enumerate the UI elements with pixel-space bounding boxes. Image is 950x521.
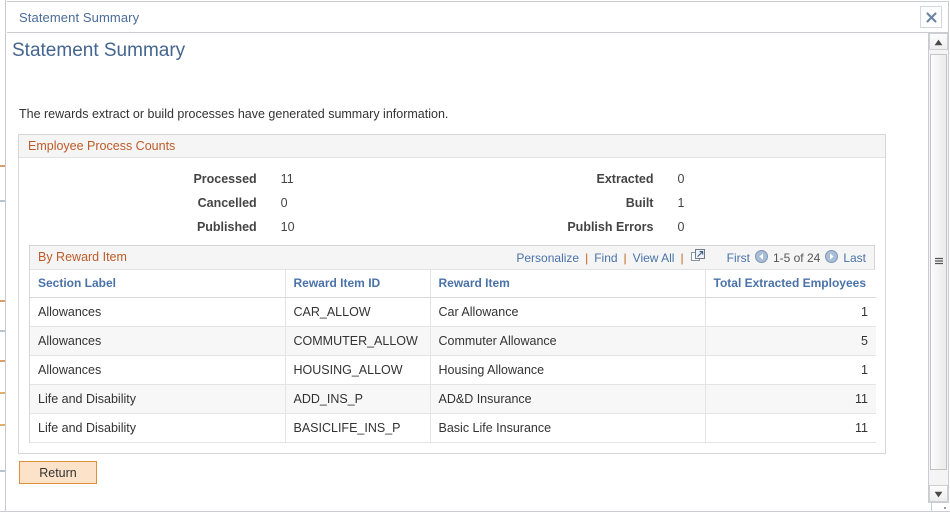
cell-section-label: Life and Disability bbox=[30, 384, 286, 414]
scroll-up-icon bbox=[934, 33, 943, 51]
cell-total-extracted-employees: 11 bbox=[705, 413, 876, 443]
published-value: 10 bbox=[280, 220, 295, 234]
table-row: Life and Disability BASICLIFE_INS_P Basi… bbox=[30, 413, 876, 443]
cancelled-value: 0 bbox=[280, 196, 288, 210]
cell-section-label: Allowances bbox=[30, 297, 286, 327]
window-left-rail bbox=[0, 0, 6, 521]
vertical-scrollbar[interactable] bbox=[928, 33, 949, 503]
cell-reward-item: Basic Life Insurance bbox=[430, 413, 706, 443]
built-value: 1 bbox=[677, 196, 685, 210]
window-title: Statement Summary bbox=[19, 10, 140, 25]
cancelled-label: Cancelled bbox=[197, 196, 257, 210]
cell-reward-item-id: ADD_INS_P bbox=[285, 384, 431, 414]
cell-reward-item: Commuter Allowance bbox=[430, 326, 706, 356]
table-header-row: Section Label Reward Item ID Reward Item… bbox=[30, 270, 876, 298]
table-row: Allowances CAR_ALLOW Car Allowance 1 bbox=[30, 297, 876, 327]
view-all-link[interactable]: View All bbox=[632, 251, 676, 265]
cell-reward-item-id: BASICLIFE_INS_P bbox=[285, 413, 431, 443]
cell-reward-item: AD&D Insurance bbox=[430, 384, 706, 414]
close-icon bbox=[925, 11, 937, 23]
processed-value: 11 bbox=[280, 172, 294, 186]
statement-summary-window: Statement Summary Statement Summary The … bbox=[0, 0, 950, 521]
publish-errors-label: Publish Errors bbox=[567, 220, 654, 234]
counts-row: Published 10 Publish Errors 0 bbox=[19, 215, 885, 239]
scroll-down-button[interactable] bbox=[929, 485, 948, 502]
cell-total-extracted-employees: 1 bbox=[705, 355, 876, 385]
table-row: Allowances HOUSING_ALLOW Housing Allowan… bbox=[30, 355, 876, 385]
close-button[interactable] bbox=[920, 6, 942, 28]
table-row: Life and Disability ADD_INS_P AD&D Insur… bbox=[30, 384, 876, 414]
cell-section-label: Allowances bbox=[30, 326, 286, 356]
cell-total-extracted-employees: 1 bbox=[705, 297, 876, 327]
scrollbar-grip-icon bbox=[934, 253, 943, 271]
extracted-value: 0 bbox=[677, 172, 685, 186]
scrollbar-thumb[interactable] bbox=[930, 54, 947, 470]
action-separator: | bbox=[680, 250, 684, 265]
column-header-reward-item[interactable]: Reward Item bbox=[430, 270, 706, 298]
cell-reward-item-id: HOUSING_ALLOW bbox=[285, 355, 431, 385]
reward-item-table: Section Label Reward Item ID Reward Item… bbox=[30, 270, 876, 443]
column-header-total-extracted-employees[interactable]: Total Extracted Employees bbox=[705, 270, 876, 298]
find-link[interactable]: Find bbox=[593, 251, 618, 265]
page-title: Statement Summary bbox=[12, 40, 186, 61]
cell-total-extracted-employees: 5 bbox=[705, 326, 876, 356]
previous-page-icon[interactable] bbox=[754, 249, 768, 266]
return-button[interactable]: Return bbox=[19, 461, 97, 484]
scroll-down-icon bbox=[934, 485, 943, 503]
employee-process-counts-group: Employee Process Counts Processed 11 Ext… bbox=[18, 134, 886, 454]
next-page-icon[interactable] bbox=[825, 249, 839, 266]
published-label: Published bbox=[196, 220, 257, 234]
column-header-reward-item-id[interactable]: Reward Item ID bbox=[285, 270, 431, 298]
by-reward-item-grid: By Reward Item Personalize | Find | View… bbox=[29, 245, 876, 443]
first-page-link[interactable]: First bbox=[727, 251, 750, 265]
processed-label: Processed bbox=[193, 172, 257, 186]
action-separator: | bbox=[623, 250, 627, 265]
publish-errors-value: 0 bbox=[677, 220, 685, 234]
grid-title: By Reward Item bbox=[38, 250, 127, 264]
cell-total-extracted-employees: 11 bbox=[705, 384, 876, 414]
window-bottom-strip bbox=[0, 511, 950, 521]
cell-reward-item-id: COMMUTER_ALLOW bbox=[285, 326, 431, 356]
personalize-link[interactable]: Personalize bbox=[515, 251, 580, 265]
grid-actions: Personalize | Find | View All | First 1-… bbox=[515, 249, 866, 266]
scroll-up-button[interactable] bbox=[929, 33, 948, 50]
built-label: Built bbox=[625, 196, 654, 210]
open-in-new-window-icon[interactable] bbox=[690, 249, 705, 266]
cell-reward-item-id: CAR_ALLOW bbox=[285, 297, 431, 327]
counts-row: Processed 11 Extracted 0 bbox=[19, 167, 885, 191]
window-titlebar: Statement Summary bbox=[7, 1, 949, 33]
column-header-section-label[interactable]: Section Label bbox=[30, 270, 286, 298]
page-range-text: 1-5 of 24 bbox=[772, 250, 821, 265]
cell-reward-item: Car Allowance bbox=[430, 297, 706, 327]
grid-pager: First 1-5 of 24 Last bbox=[727, 249, 866, 266]
intro-message: The rewards extract or build processes h… bbox=[19, 107, 449, 121]
extracted-label: Extracted bbox=[596, 172, 654, 186]
grid-toolbar: By Reward Item Personalize | Find | View… bbox=[30, 246, 874, 270]
cell-reward-item: Housing Allowance bbox=[430, 355, 706, 385]
group-body: Processed 11 Extracted 0 Cancelled 0 Bui… bbox=[19, 158, 885, 453]
group-header: Employee Process Counts bbox=[19, 135, 885, 158]
cell-section-label: Allowances bbox=[30, 355, 286, 385]
cell-section-label: Life and Disability bbox=[30, 413, 286, 443]
scrollbar-track[interactable] bbox=[929, 50, 948, 485]
last-page-link[interactable]: Last bbox=[843, 251, 866, 265]
action-separator: | bbox=[585, 250, 589, 265]
counts-row: Cancelled 0 Built 1 bbox=[19, 191, 885, 215]
group-header-label: Employee Process Counts bbox=[28, 139, 176, 153]
table-row: Allowances COMMUTER_ALLOW Commuter Allow… bbox=[30, 326, 876, 356]
process-counts-table: Processed 11 Extracted 0 Cancelled 0 Bui… bbox=[19, 167, 885, 239]
page-content: Statement Summary The rewards extract or… bbox=[7, 33, 932, 520]
